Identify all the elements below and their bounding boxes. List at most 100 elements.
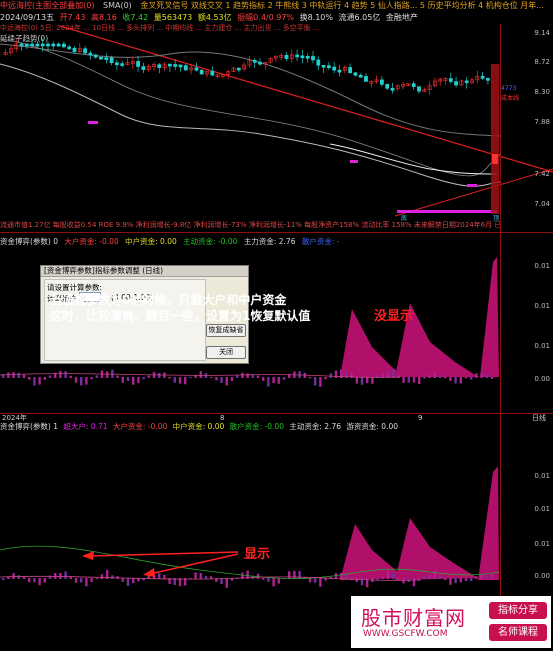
histogram-bar [85, 377, 88, 385]
info-amount: 额4.53亿 [197, 13, 232, 22]
y-axis-ind1-1: 0.01 [534, 302, 550, 310]
site-watermark: 股市财富网 WWW.GSCFW.COM 指标分享 名师课程 [351, 596, 551, 648]
histogram-bar [334, 370, 338, 378]
candle [311, 56, 315, 61]
histogram-bar [459, 578, 462, 583]
candle [448, 78, 453, 82]
candle [168, 63, 172, 67]
histogram-bar [28, 377, 31, 380]
histogram-bar [308, 578, 312, 583]
y-axis-ind2-3: 0.00 [534, 572, 550, 580]
histogram-bar [246, 373, 249, 378]
histogram-bar [158, 573, 161, 579]
indicator-1-title[interactable]: 资金博弈(参数) 0 [0, 237, 58, 246]
histogram-bar [277, 377, 280, 384]
candle [210, 70, 215, 76]
histogram-bar [397, 375, 400, 378]
indicator-2-chart[interactable] [0, 432, 553, 597]
histogram-bar [423, 576, 426, 579]
histogram-bar [85, 578, 88, 587]
histogram-bar [308, 377, 312, 379]
ind2-super-funds: 超大户: 0.71 [63, 422, 108, 431]
candlestick-chart[interactable]: 4773 成本线 底 顶 [0, 24, 553, 224]
histogram-bar [210, 376, 213, 378]
histogram-bar [392, 369, 395, 378]
histogram-bar [126, 578, 130, 586]
histogram-bar [267, 377, 270, 387]
histogram-bar [407, 377, 410, 383]
histogram-bar [314, 578, 317, 583]
note-line-2: 这时，比较清爽、醒目一些，设置为1恢复默认值 [50, 309, 311, 323]
restore-default-button[interactable]: 恢复成缺省 [206, 324, 246, 337]
candle [284, 54, 289, 59]
tag-indicator-share: 指标分享 [489, 602, 547, 619]
histogram-bar [444, 578, 447, 581]
histogram-bar [12, 372, 15, 378]
candle [411, 83, 416, 88]
histogram-bar [428, 374, 431, 378]
candle [358, 74, 363, 78]
info-turnover: 换8.10% [299, 13, 333, 22]
histogram-bar [449, 377, 452, 381]
histogram-bar [345, 572, 348, 579]
histogram-bar [90, 377, 93, 380]
financial-info-line: 流通市值1.27亿 每股收益0.54 ROE 9.9% 净利润增长-9.8亿 净… [0, 221, 500, 229]
close-button[interactable]: 关闭 [206, 346, 246, 359]
candle [178, 64, 183, 68]
histogram-bar [329, 373, 332, 378]
histogram-bar [376, 578, 379, 580]
histogram-bar [230, 377, 234, 381]
histogram-bar [449, 578, 452, 585]
candle [379, 79, 384, 85]
histogram-bar [293, 570, 296, 579]
histogram-bar [59, 572, 62, 579]
period-daily[interactable]: 日线 [532, 414, 546, 423]
tag-master-course: 名师课程 [489, 624, 547, 641]
candle [252, 60, 257, 63]
divider-1 [0, 232, 553, 233]
histogram-bar [236, 375, 239, 378]
y-axis-main-0: 9.14 [534, 29, 550, 37]
stock-title: 中远海控(主图全部叠加(0) [0, 1, 95, 10]
histogram-bar [355, 578, 358, 583]
candle [141, 66, 146, 70]
ind2-mid-funds: 中户资金: 0.00 [172, 422, 225, 431]
histogram-bar [126, 377, 130, 381]
candle [348, 67, 353, 74]
histogram-bar [277, 578, 280, 584]
histogram-bar [178, 377, 182, 384]
candle [30, 43, 35, 47]
histogram-bar [288, 571, 291, 579]
indicator-2-title[interactable]: 资金博弈(参数) 1 [0, 422, 58, 431]
right-axis-border [500, 24, 501, 624]
display-label: 显示 [244, 547, 271, 562]
price-info-bar: 2024/09/13五 开7.43 高8.16 收7.42 量563473 额4… [0, 12, 553, 23]
indicator-name[interactable]: SMA(0) [103, 1, 132, 10]
histogram-bar [464, 377, 468, 379]
histogram-bar [459, 377, 462, 384]
y-axis-ind2-1: 0.01 [534, 505, 550, 513]
histogram-bar [158, 372, 161, 378]
histogram-bar [38, 578, 41, 586]
candle [99, 56, 103, 60]
histogram-bar [423, 377, 426, 379]
candle [332, 66, 337, 71]
y-axis-main-4: 7.42 [534, 170, 550, 178]
histogram-bar [95, 578, 98, 580]
instruction-note: 当设置参数为0的时候，只看大户和中户资金 这时，比较清爽、醒目一些，设置为1恢复… [50, 292, 370, 324]
info-volume: 量563473 [153, 13, 193, 22]
candle [61, 43, 66, 48]
histogram-bar [59, 370, 62, 378]
histogram-bar [33, 377, 36, 386]
candle [316, 59, 321, 66]
histogram-bar [43, 578, 46, 583]
y-axis-ind1-3: 0.00 [534, 375, 550, 383]
indicator-2-header: 资金博弈(参数) 1 超大户: 0.71 大户资金: -0.00 中户资金: 0… [0, 421, 420, 432]
histogram-bar [298, 371, 301, 378]
candle [40, 43, 45, 47]
candle [236, 67, 241, 71]
histogram-bar [324, 377, 327, 380]
histogram-bar [173, 377, 176, 383]
histogram-bar [147, 375, 150, 378]
histogram-bar [433, 372, 436, 378]
